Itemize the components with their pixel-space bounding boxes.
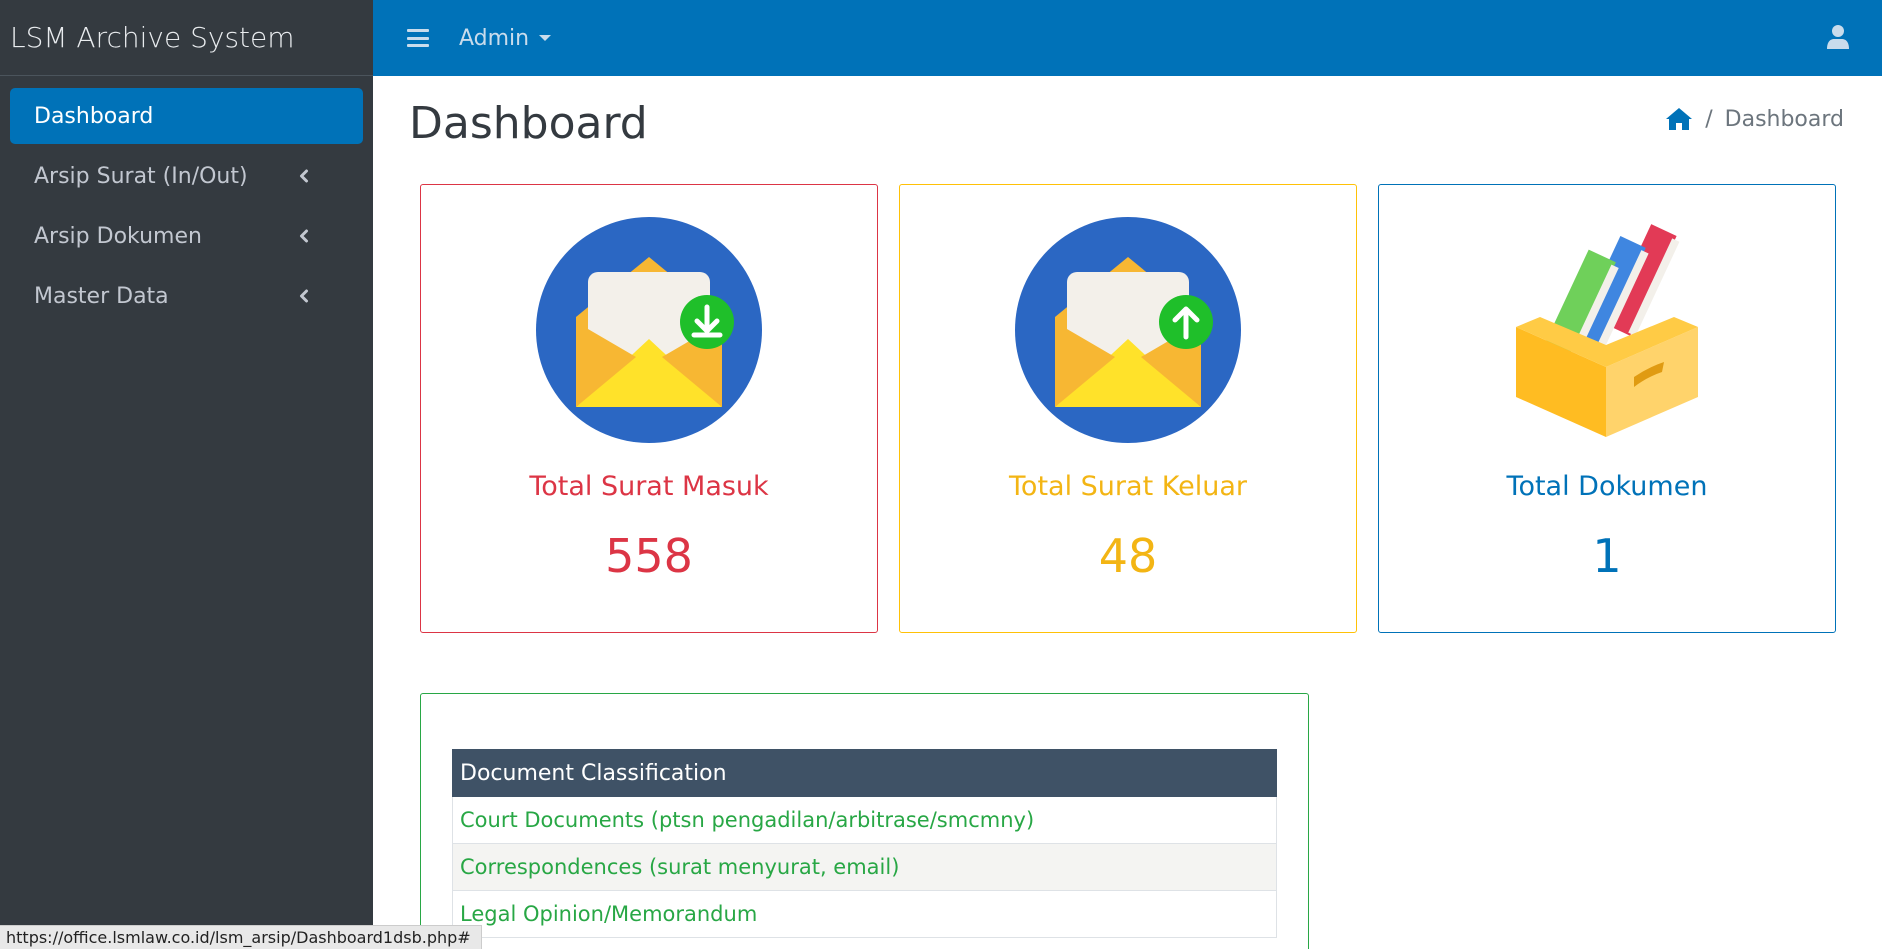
table-row[interactable]: Legal Opinion/Memorandum [452,890,1277,938]
breadcrumb-current: Dashboard [1724,106,1844,132]
table-row[interactable]: Correspondences (surat menyurat, email) [452,843,1277,891]
home-icon[interactable] [1665,106,1693,132]
brand-title[interactable]: LSM Archive System [0,0,373,76]
sidebar-item-dashboard[interactable]: Dashboard [10,88,363,144]
classification-link[interactable]: Legal Opinion/Memorandum [452,890,1277,938]
stat-card-surat-keluar[interactable]: Total Surat Keluar 48 [899,184,1357,633]
stat-card-dokumen[interactable]: Total Dokumen 1 [1378,184,1836,633]
caret-down-icon [539,35,552,41]
sidebar-item-arsip-surat[interactable]: Arsip Surat (In/Out) [10,148,363,204]
page-title: Dashboard [409,98,648,149]
chevron-left-icon [300,169,308,183]
breadcrumb-separator: / [1705,106,1713,132]
classification-link[interactable]: Correspondences (surat menyurat, email) [452,843,1277,891]
stat-label: Total Dokumen [1506,471,1708,502]
classification-table: Document Classification Court Documents … [452,749,1277,938]
main-content: Dashboard / Dashboard Total Surat Masuk … [373,76,1882,949]
menu-toggle-icon[interactable] [407,29,429,47]
sidebar: LSM Archive System Dashboard Arsip Surat… [0,0,373,949]
sidebar-nav: Dashboard Arsip Surat (In/Out) Arsip Dok… [0,76,373,324]
classification-card: Document Classification Court Documents … [420,693,1309,949]
chevron-left-icon [300,289,308,303]
stat-card-surat-masuk[interactable]: Total Surat Masuk 558 [420,184,878,633]
admin-dropdown[interactable]: Admin [459,25,552,51]
admin-label: Admin [459,25,530,51]
table-header: Document Classification [452,749,1277,797]
chevron-left-icon [300,229,308,243]
stat-value: 558 [605,529,693,583]
sidebar-item-label: Dashboard [34,103,154,129]
table-row[interactable]: Court Documents (ptsn pengadilan/arbitra… [452,796,1277,844]
breadcrumb: / Dashboard [1665,106,1844,132]
document-box-icon [1516,224,1698,437]
top-navbar: Admin [373,0,1882,76]
sidebar-item-label: Master Data [34,283,169,309]
table-header-row: Document Classification [452,749,1277,797]
stat-label: Total Surat Keluar [1009,471,1247,502]
classification-link[interactable]: Court Documents (ptsn pengadilan/arbitra… [452,796,1277,844]
sidebar-item-label: Arsip Dokumen [34,223,202,249]
outbox-mail-upload-icon [1015,217,1241,443]
sidebar-item-label: Arsip Surat (In/Out) [34,163,248,189]
sidebar-item-arsip-dokumen[interactable]: Arsip Dokumen [10,208,363,264]
stat-value: 48 [1098,529,1158,583]
inbox-mail-download-icon [536,217,762,443]
status-bar-url: https://office.lsmlaw.co.id/lsm_arsip/Da… [0,925,482,949]
sidebar-item-master-data[interactable]: Master Data [10,268,363,324]
stat-value: 1 [1592,529,1622,583]
user-icon[interactable] [1826,24,1850,50]
stat-label: Total Surat Masuk [529,471,769,502]
